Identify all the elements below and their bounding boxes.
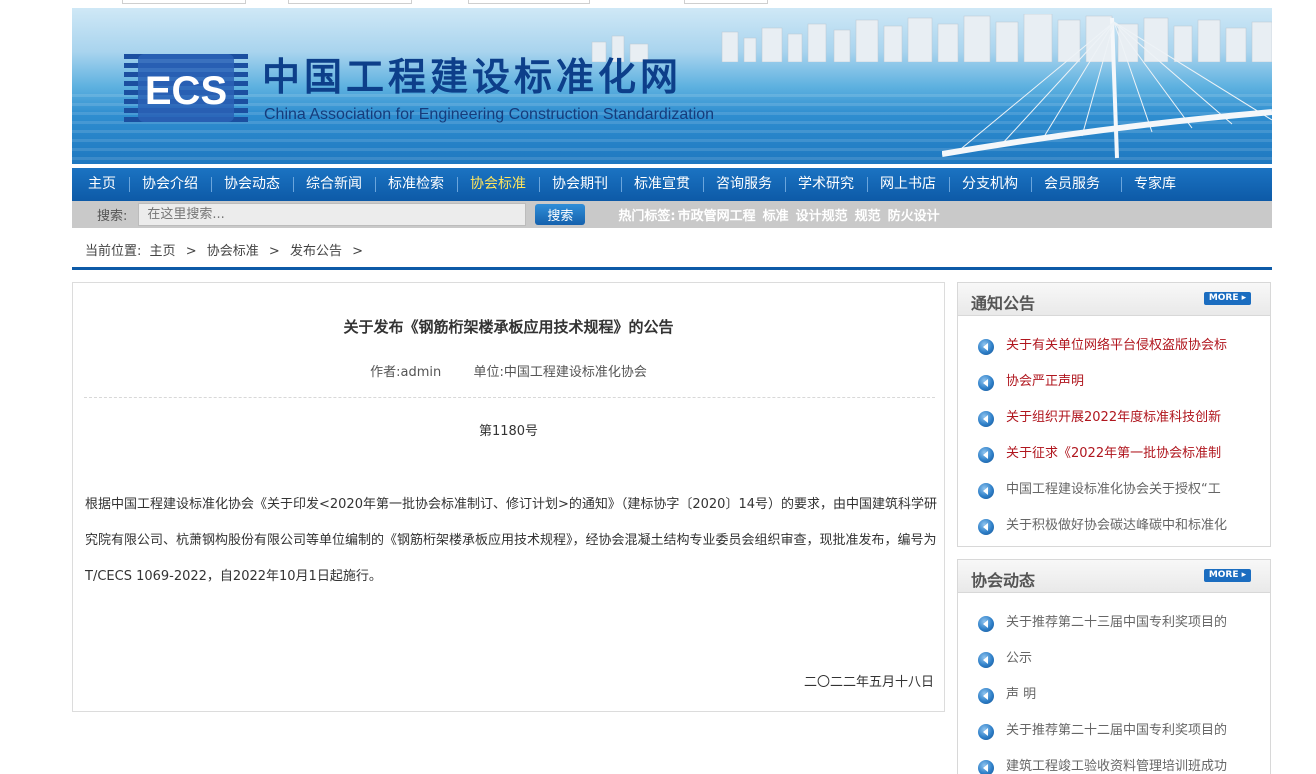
news-link[interactable]: 关于推荐第二十二届中国专利奖项目的 (1006, 723, 1227, 738)
article-number: 第1180号 (478, 424, 539, 439)
notice-link[interactable]: 关于组织开展2022年度标准科技创新 (1006, 410, 1221, 425)
list-item[interactable]: 建筑工程竣工验收资料管理培训班成功 (958, 749, 1270, 774)
logo-text: ECS (145, 69, 227, 113)
hot-tag-link[interactable]: 市政管网工程 (678, 205, 756, 224)
nav-item-standard-search[interactable]: 标准检索 (375, 168, 457, 201)
hot-tags-label: 热门标签: (618, 209, 676, 224)
notice-box-title: 通知公告 (971, 294, 1036, 313)
arrow-bullet-icon (978, 519, 994, 535)
article-body: 根据中国工程建设标准化协会《关于印发<2020年第一批协会标准制订、修订计划>的… (85, 497, 937, 584)
nav-item-journal[interactable]: 协会期刊 (539, 168, 621, 201)
arrow-bullet-icon (978, 339, 994, 355)
nav-item-research[interactable]: 学术研究 (785, 168, 867, 201)
list-item[interactable]: 协会严正声明 (958, 364, 1270, 400)
search-button[interactable]: 搜索 (535, 204, 586, 225)
notice-more-button[interactable]: MORE ▸ (1204, 292, 1251, 305)
list-item[interactable]: 公示 (958, 641, 1270, 677)
nav-item-association-standards[interactable]: 协会标准 (457, 168, 539, 201)
breadcrumb-item-announcement[interactable]: 发布公告 (290, 244, 342, 259)
arrow-bullet-icon (978, 652, 994, 668)
search-input[interactable] (138, 203, 527, 226)
more-label: MORE (1208, 293, 1239, 303)
nav-item-general-news[interactable]: 综合新闻 (293, 168, 375, 201)
notice-link[interactable]: 关于征求《2022年第一批协会标准制 (1006, 446, 1221, 461)
news-box-title: 协会动态 (971, 571, 1036, 590)
nav-item-about[interactable]: 协会介绍 (129, 168, 211, 201)
nav-item-member-services[interactable]: 会员服务 (1031, 168, 1113, 201)
arrow-bullet-icon (978, 760, 994, 774)
arrow-bullet-icon (978, 688, 994, 704)
article-meta: 作者:admin 单位:中国工程建设标准化协会 (73, 361, 944, 380)
list-item[interactable]: 关于积极做好协会碳达峰碳中和标准化 (958, 508, 1270, 544)
news-more-button[interactable]: MORE ▸ (1204, 569, 1251, 582)
hot-tag-link[interactable]: 设计规范 (796, 205, 848, 224)
list-item[interactable]: 关于推荐第二十二届中国专利奖项目的 (958, 713, 1270, 749)
list-item[interactable]: 关于组织开展2022年度标准科技创新 (958, 400, 1270, 436)
hot-tag-link[interactable]: 标准 (763, 205, 789, 224)
article-divider (84, 397, 935, 398)
breadcrumb-separator: > (185, 244, 197, 259)
notice-box-header: 通知公告 MORE ▸ (958, 283, 1270, 316)
list-item[interactable]: 关于有关单位网络平台侵权盗版协会标 (958, 328, 1270, 364)
article-author: 作者:admin (370, 365, 442, 380)
notice-link[interactable]: 关于有关单位网络平台侵权盗版协会标 (1006, 338, 1227, 353)
notice-link[interactable]: 中国工程建设标准化协会关于授权“工 (1006, 482, 1221, 497)
main-nav: 主页 协会介绍 协会动态 综合新闻 标准检索 协会标准 协会期刊 标准宣贯 咨询… (72, 168, 1272, 201)
top-strip (0, 0, 1316, 8)
breadcrumb-separator: > (268, 244, 280, 259)
arrow-bullet-icon (978, 483, 994, 499)
news-link[interactable]: 关于推荐第二十三届中国专利奖项目的 (1006, 615, 1227, 630)
more-label: MORE (1208, 570, 1239, 580)
nav-item-consulting[interactable]: 咨询服务 (703, 168, 785, 201)
search-label: 搜索: (97, 209, 128, 224)
list-item[interactable]: 声 明 (958, 677, 1270, 713)
ecs-logo-icon: ECS (124, 54, 248, 122)
news-list: 关于推荐第二十三届中国专利奖项目的 公示 声 明 关于推荐第二十二届中国专利奖项… (958, 593, 1270, 774)
article-date: 二〇二二年五月十八日 (803, 675, 934, 690)
search-bar: 搜索: 搜索 热门标签: 市政管网工程 标准 设计规范 规范 防火设计 (72, 201, 1272, 228)
news-link[interactable]: 建筑工程竣工验收资料管理培训班成功 (1006, 759, 1227, 774)
news-box: 协会动态 MORE ▸ 关于推荐第二十三届中国专利奖项目的 公示 声 明 关于推… (957, 559, 1271, 774)
site-banner: ECS 中国工程建设标准化网 China Association for Eng… (72, 8, 1272, 164)
arrow-bullet-icon (978, 616, 994, 632)
list-item[interactable]: 关于推荐第二十三届中国专利奖项目的 (958, 605, 1270, 641)
nav-item-branches[interactable]: 分支机构 (949, 168, 1031, 201)
article-title: 关于发布《钢筋桁架楼承板应用技术规程》的公告 (343, 318, 674, 336)
list-item[interactable]: 中国工程建设标准化协会关于授权“工 (958, 472, 1270, 508)
nav-item-experts[interactable]: 专家库 (1121, 168, 1189, 201)
nav-item-standard-promotion[interactable]: 标准宣贯 (621, 168, 703, 201)
site-subtitle: China Association for Engineering Constr… (264, 106, 715, 123)
nav-item-home[interactable]: 主页 (75, 168, 129, 201)
arrow-bullet-icon (978, 724, 994, 740)
news-link[interactable]: 公示 (1006, 651, 1032, 666)
list-item[interactable]: 关于征求《2022年第一批协会标准制 (958, 436, 1270, 472)
breadcrumb-item-standards[interactable]: 协会标准 (207, 244, 259, 259)
news-link[interactable]: 声 明 (1006, 687, 1036, 702)
article-panel: 关于发布《钢筋桁架楼承板应用技术规程》的公告 作者:admin 单位:中国工程建… (72, 282, 945, 712)
nav-item-bookstore[interactable]: 网上书店 (867, 168, 949, 201)
news-box-header: 协会动态 MORE ▸ (958, 560, 1270, 593)
site-title: 中国工程建设标准化网 (262, 54, 683, 99)
arrow-bullet-icon (978, 375, 994, 391)
breadcrumb: 当前位置: 主页 > 协会标准 > 发布公告 > (72, 235, 1272, 270)
bridge-image (942, 17, 1272, 159)
notice-link[interactable]: 协会严正声明 (1006, 374, 1084, 389)
notice-box: 通知公告 MORE ▸ 关于有关单位网络平台侵权盗版协会标 协会严正声明 关于组… (957, 282, 1271, 547)
breadcrumb-separator: > (352, 244, 363, 259)
breadcrumb-label: 当前位置: (85, 244, 142, 259)
notice-list: 关于有关单位网络平台侵权盗版协会标 协会严正声明 关于组织开展2022年度标准科… (958, 316, 1270, 544)
arrow-bullet-icon (978, 447, 994, 463)
notice-link[interactable]: 关于积极做好协会碳达峰碳中和标准化 (1006, 518, 1227, 533)
article-unit: 单位:中国工程建设标准化协会 (473, 365, 647, 380)
breadcrumb-item-home[interactable]: 主页 (150, 244, 176, 259)
hot-tag-link[interactable]: 防火设计 (888, 205, 940, 224)
hot-tag-link[interactable]: 规范 (855, 205, 881, 224)
nav-item-association-news[interactable]: 协会动态 (211, 168, 293, 201)
arrow-bullet-icon (978, 411, 994, 427)
